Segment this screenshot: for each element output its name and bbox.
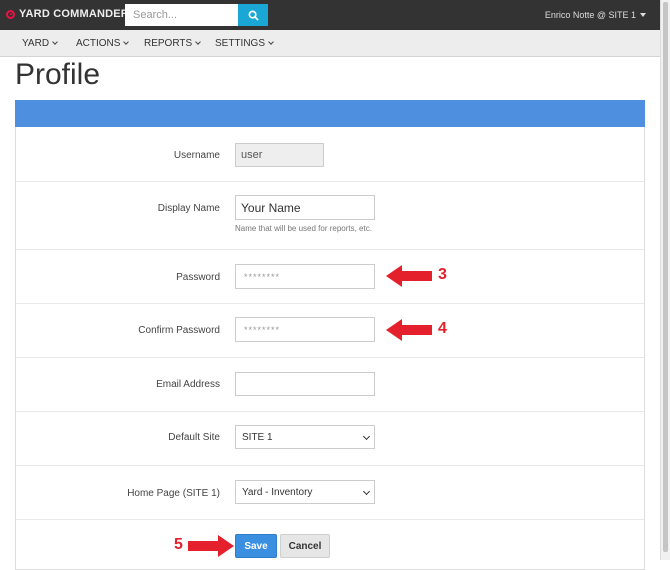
display-name-label: Display Name [157,203,220,214]
panel-header [15,100,645,127]
save-button[interactable]: Save [235,534,277,558]
nav-item-label: SETTINGS [215,38,266,49]
display-name-help: Name that will be used for reports, etc. [235,224,372,233]
annotation-step-3: 3 [438,266,447,283]
email-field[interactable] [235,372,375,396]
nav-item-settings[interactable]: SETTINGS [215,38,274,49]
username-label: Username [173,150,220,161]
nav-item-yard[interactable]: YARD [22,38,58,49]
nav-bar: YARD ACTIONS REPORTS SETTINGS [0,30,660,57]
chevron-down-icon [268,39,274,45]
annotation-step-4: 4 [438,320,447,337]
row-divider [16,519,644,520]
row-divider [16,249,644,250]
nav-item-actions[interactable]: ACTIONS [76,38,130,49]
home-page-label: Home Page (SITE 1) [127,488,220,499]
row-divider [16,465,644,466]
home-page-select[interactable]: Yard - Inventory [235,480,375,504]
top-bar: YARD COMMANDER Enrico Notte @ SITE 1 [0,0,660,30]
annotation-arrow-left-icon [386,319,432,341]
row-divider [16,411,644,412]
chevron-down-icon [362,487,371,496]
chevron-down-icon [362,432,371,441]
caret-down-icon [640,13,646,17]
search-icon [248,10,259,21]
row-divider [16,303,644,304]
brand-logo[interactable]: YARD COMMANDER [6,8,129,20]
confirm-password-label: Confirm Password [138,325,220,336]
nav-item-label: ACTIONS [76,38,121,49]
password-field[interactable] [235,264,375,289]
user-menu[interactable]: Enrico Notte @ SITE 1 [545,10,646,20]
password-label: Password [176,272,220,283]
home-page-value: Yard - Inventory [242,486,313,498]
username-field[interactable] [235,143,324,167]
search-button[interactable] [238,4,268,26]
page-title: Profile [15,58,101,91]
search-input[interactable] [125,4,238,26]
default-site-select[interactable]: SITE 1 [235,425,375,449]
chevron-down-icon [123,39,130,45]
annotation-arrow-left-icon [386,265,432,287]
default-site-value: SITE 1 [242,431,273,443]
chevron-down-icon [52,39,58,45]
chevron-down-icon [195,39,202,45]
nav-item-reports[interactable]: REPORTS [144,38,202,49]
annotation-arrow-right-icon [188,535,234,557]
user-menu-label: Enrico Notte @ SITE 1 [544,10,636,20]
row-divider [16,357,644,358]
nav-item-label: YARD [22,38,50,49]
scrollbar-thumb[interactable] [663,2,668,552]
row-divider [16,181,644,182]
page-scrollbar[interactable] [660,0,670,560]
brand-name: YARD COMMANDER [19,8,129,20]
annotation-step-5: 5 [174,536,183,553]
brand-icon [6,9,15,19]
nav-item-label: REPORTS [144,38,193,49]
email-label: Email Address [156,379,220,390]
default-site-label: Default Site [168,432,220,443]
display-name-field[interactable] [235,195,375,220]
cancel-button[interactable]: Cancel [280,534,330,558]
confirm-password-field[interactable] [235,317,375,342]
